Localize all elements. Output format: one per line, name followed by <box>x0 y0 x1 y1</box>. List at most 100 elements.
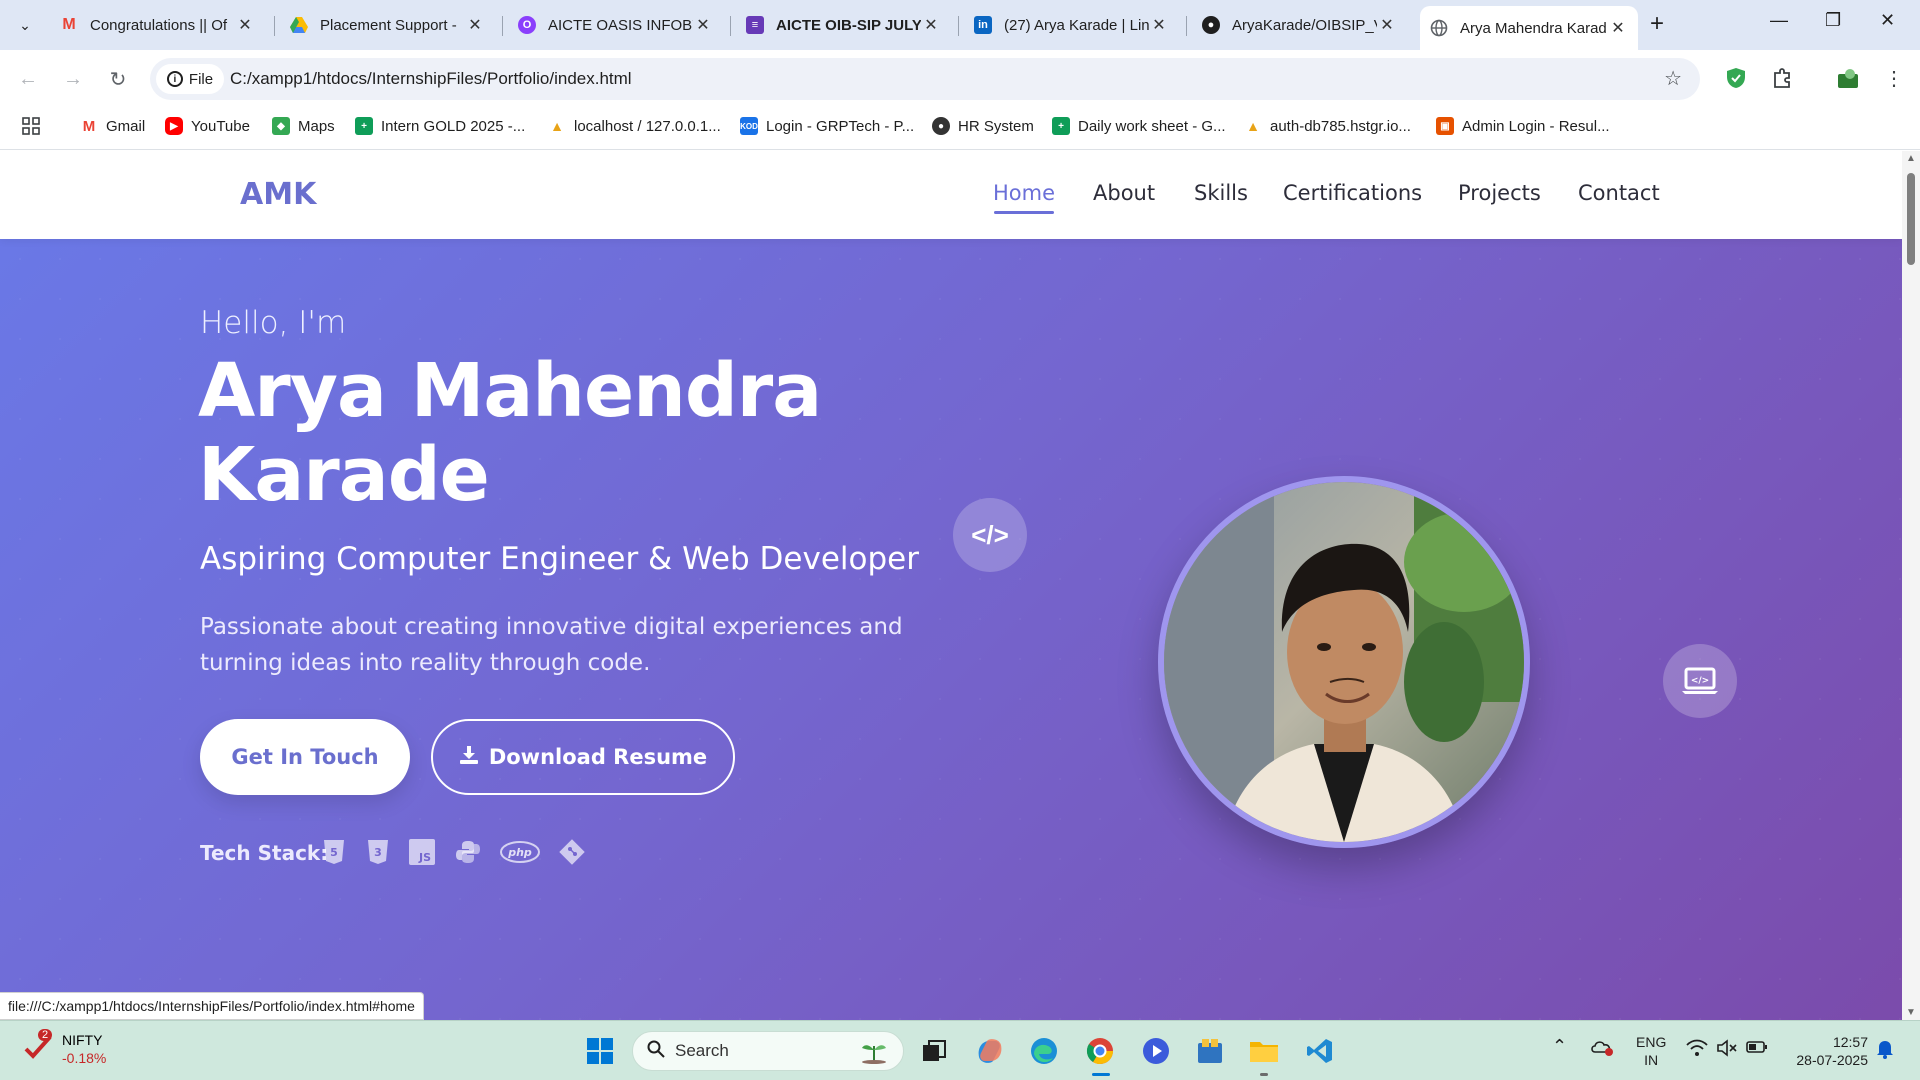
taskbar-search-box[interactable]: Search <box>632 1031 904 1071</box>
browser-menu-icon[interactable]: ⋮ <box>1880 64 1908 92</box>
bookmark-localhost[interactable]: ▲ localhost / 127.0.0.1... <box>548 117 721 135</box>
close-icon[interactable]: ✕ <box>235 15 255 35</box>
nav-about[interactable]: About <box>1093 181 1155 205</box>
clock[interactable]: 12:57 28-07-2025 <box>1786 1033 1868 1069</box>
tab-github[interactable]: ● AryaKarade/OIBSIP_V ✕ <box>1192 6 1407 44</box>
bookmark-gmail[interactable]: M Gmail <box>80 117 145 135</box>
close-icon[interactable]: ✕ <box>1377 15 1397 35</box>
close-icon[interactable]: ✕ <box>465 15 485 35</box>
download-icon <box>459 745 479 770</box>
hero-role: Aspiring Computer Engineer & Web Develop… <box>200 541 919 577</box>
minimize-button[interactable]: — <box>1770 10 1788 31</box>
drive-icon <box>290 16 308 34</box>
laptop-code-icon: </> <box>1663 644 1737 718</box>
volume-muted-icon[interactable] <box>1716 1039 1738 1061</box>
svg-text:5: 5 <box>330 846 338 859</box>
profile-avatar-icon[interactable] <box>1834 64 1862 92</box>
shield-extension-icon[interactable] <box>1722 64 1750 92</box>
vscode-icon[interactable] <box>1304 1035 1336 1067</box>
microsoft-store-icon[interactable] <box>1194 1035 1226 1067</box>
notification-bell-icon[interactable] <box>1876 1039 1894 1063</box>
active-app-indicator <box>1092 1073 1110 1076</box>
stock-widget[interactable]: 2 NIFTY -0.18% <box>24 1029 107 1067</box>
bookmark-youtube[interactable]: ▶ YouTube <box>165 117 250 135</box>
hero-name: Arya Mahendra Karade <box>198 348 822 518</box>
close-window-button[interactable]: ✕ <box>1880 10 1895 31</box>
address-bar[interactable]: i File C:/xampp1/htdocs/InternshipFiles/… <box>150 58 1700 100</box>
task-view-icon[interactable] <box>918 1035 950 1067</box>
page-viewport: AMK Home About Skills Certifications Pro… <box>0 151 1902 1020</box>
js-icon: JS <box>408 837 436 867</box>
linkedin-icon: in <box>974 16 992 34</box>
close-icon[interactable]: ✕ <box>1149 15 1169 35</box>
nav-contact[interactable]: Contact <box>1578 181 1660 205</box>
hero-section: Hello, I'm Arya Mahendra Karade Aspiring… <box>0 239 1902 1020</box>
windows-start-icon[interactable] <box>584 1035 616 1067</box>
scrollbar-thumb[interactable] <box>1907 173 1915 265</box>
url-text[interactable]: C:/xampp1/htdocs/InternshipFiles/Portfol… <box>230 69 632 89</box>
battery-icon[interactable] <box>1746 1039 1768 1059</box>
tab-linkedin[interactable]: in (27) Arya Karade | Lin ✕ <box>964 6 1179 44</box>
nav-certifications[interactable]: Certifications <box>1283 181 1422 205</box>
bookmark-admin-login[interactable]: ▣ Admin Login - Resul... <box>1436 117 1610 135</box>
notification-badge: 2 <box>38 1029 53 1041</box>
bookmark-star-icon[interactable]: ☆ <box>1664 66 1682 91</box>
edge-browser-icon[interactable] <box>1028 1035 1060 1067</box>
browser-toolbar: ← → ↻ i File C:/xampp1/htdocs/Internship… <box>0 50 1920 108</box>
nav-skills[interactable]: Skills <box>1194 181 1248 205</box>
site-info-chip[interactable]: i File <box>156 64 224 94</box>
chrome-browser-icon[interactable] <box>1084 1035 1116 1076</box>
search-icon <box>647 1040 665 1063</box>
download-resume-button[interactable]: Download Resume <box>431 719 735 795</box>
onedrive-status-icon[interactable] <box>1590 1037 1614 1061</box>
bookmark-auth-db[interactable]: ▲ auth-db785.hstgr.io... <box>1244 117 1411 135</box>
apps-grid-icon[interactable] <box>22 117 40 135</box>
language-indicator[interactable]: ENG IN <box>1636 1033 1666 1069</box>
bookmark-hr-system[interactable]: ● HR System <box>932 117 1034 135</box>
tab-gmail[interactable]: M Congratulations || Of ✕ <box>50 6 265 44</box>
hero-tagline: Passionate about creating innovative dig… <box>200 614 903 676</box>
bookmark-grptech[interactable]: KOD Login - GRPTech - P... <box>740 117 914 135</box>
git-icon <box>558 837 586 867</box>
back-button[interactable]: ← <box>13 64 43 94</box>
media-player-icon[interactable] <box>1140 1035 1172 1067</box>
grptech-icon: KOD <box>740 117 758 135</box>
wifi-icon[interactable] <box>1686 1039 1708 1061</box>
show-hidden-icons-chevron[interactable]: ⌃ <box>1552 1037 1567 1055</box>
page-scrollbar[interactable]: ▲ ▼ <box>1902 151 1920 1020</box>
nav-projects[interactable]: Projects <box>1458 181 1541 205</box>
clock-date: 28-07-2025 <box>1796 1052 1868 1068</box>
reload-button[interactable]: ↻ <box>103 64 133 94</box>
close-icon[interactable]: ✕ <box>1608 18 1628 38</box>
copilot-icon[interactable] <box>974 1035 1006 1067</box>
tab-title: AICTE OASIS INFOBY <box>548 16 693 34</box>
tab-placement-support[interactable]: Placement Support - ✕ <box>280 6 495 44</box>
nav-home[interactable]: Home <box>993 181 1055 205</box>
tab-aicte-form[interactable]: ≡ AICTE OIB-SIP JULY ✕ <box>736 6 951 44</box>
restore-button[interactable]: ❐ <box>1825 10 1841 31</box>
site-logo[interactable]: AMK <box>240 177 316 212</box>
stock-change: -0.18% <box>62 1050 107 1066</box>
region-code: IN <box>1644 1052 1659 1068</box>
tab-aicte-oasis[interactable]: O AICTE OASIS INFOBY ✕ <box>508 6 723 44</box>
bookmark-label: HR System <box>958 117 1034 135</box>
close-icon[interactable]: ✕ <box>921 15 941 35</box>
bookmark-maps[interactable]: ◆ Maps <box>272 117 335 135</box>
new-tab-button[interactable]: + <box>1650 10 1664 38</box>
forward-button[interactable]: → <box>58 64 88 94</box>
file-explorer-icon[interactable] <box>1248 1035 1280 1076</box>
tab-divider <box>958 16 959 36</box>
svg-text:</>: </> <box>1691 676 1709 686</box>
bookmark-intern-gold[interactable]: + Intern GOLD 2025 -... <box>355 117 525 135</box>
hero-greeting: Hello, I'm <box>200 305 347 341</box>
tab-search-button[interactable]: ⌄ <box>10 10 40 40</box>
scroll-up-arrow-icon[interactable]: ▲ <box>1906 153 1916 164</box>
extensions-puzzle-icon[interactable] <box>1768 64 1796 92</box>
bookmark-label: localhost / 127.0.0.1... <box>574 117 721 135</box>
get-in-touch-button[interactable]: Get In Touch <box>200 719 410 795</box>
tab-title: Arya Mahendra Karad <box>1460 19 1607 37</box>
tab-portfolio-active[interactable]: Arya Mahendra Karad ✕ <box>1420 6 1638 50</box>
scroll-down-arrow-icon[interactable]: ▼ <box>1906 1007 1916 1018</box>
close-icon[interactable]: ✕ <box>693 15 713 35</box>
bookmark-daily-work-sheet[interactable]: + Daily work sheet - G... <box>1052 117 1226 135</box>
